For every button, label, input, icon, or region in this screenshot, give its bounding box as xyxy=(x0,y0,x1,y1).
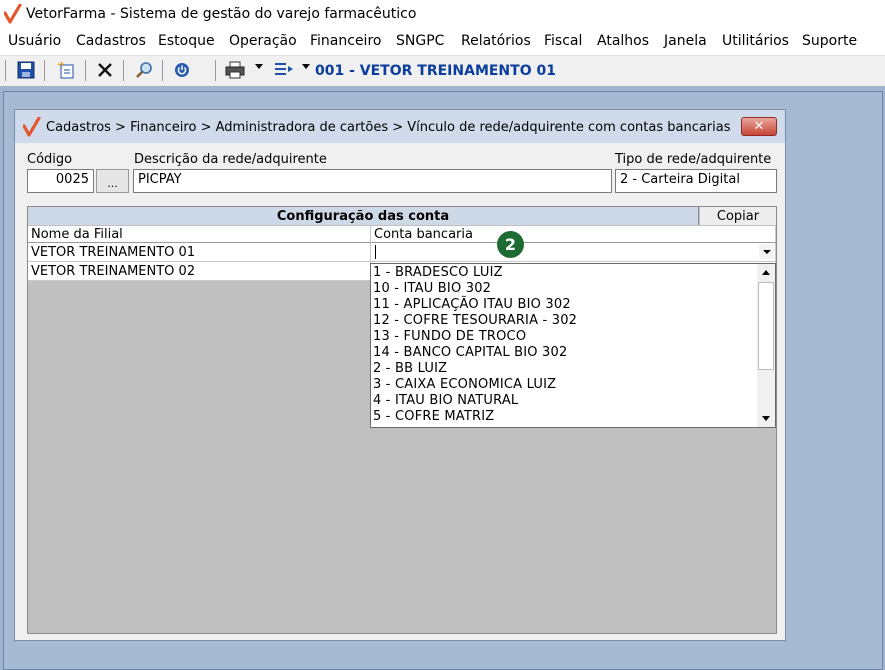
list-item[interactable]: 5 - COFRE MATRIZ xyxy=(373,409,494,425)
menubar: Usuário Cadastros Estoque Operação Finan… xyxy=(0,30,885,54)
search-icon[interactable] xyxy=(133,59,155,81)
menu-usuario[interactable]: Usuário xyxy=(8,33,61,49)
scroll-down-icon[interactable] xyxy=(757,410,775,427)
codigo-field[interactable]: 0025 xyxy=(27,169,94,193)
tipo-field[interactable]: 2 - Carteira Digital xyxy=(615,169,777,193)
list-icon[interactable] xyxy=(273,59,295,81)
list-item[interactable]: 14 - BANCO CAPITAL BIO 302 xyxy=(373,345,567,361)
copy-button[interactable]: Copiar xyxy=(700,207,776,225)
toolbar-separator xyxy=(5,60,6,81)
menu-relatorios[interactable]: Relatórios xyxy=(461,33,531,49)
menu-operacao[interactable]: Operação xyxy=(229,33,297,49)
menu-fiscal[interactable]: Fiscal xyxy=(544,33,582,49)
list-item[interactable]: 11 - APLICAÇÃO ITAU BIO 302 xyxy=(373,297,571,313)
codigo-lookup-button[interactable]: ... xyxy=(96,169,129,193)
conta-dropdown[interactable] xyxy=(371,243,776,262)
company-selector[interactable]: 001 - VETOR TREINAMENTO 01 xyxy=(315,63,556,79)
menu-janela[interactable]: Janela xyxy=(664,33,707,49)
app-titlebar: VetorFarma - Sistema de gestão do varejo… xyxy=(0,0,885,30)
menu-utilitarios[interactable]: Utilitários xyxy=(722,33,789,49)
step-badge: 2 xyxy=(497,231,524,258)
save-icon[interactable] xyxy=(15,59,37,81)
toolbar-separator xyxy=(215,60,216,81)
delete-icon[interactable] xyxy=(94,59,116,81)
scroll-up-icon[interactable] xyxy=(757,264,775,281)
grid-caption: Configuração das conta xyxy=(28,207,699,225)
scrollbar-thumb[interactable] xyxy=(758,282,774,370)
list-item[interactable]: 3 - CAIXA ECONOMICA LUIZ xyxy=(373,377,556,393)
toolbar-separator xyxy=(44,60,45,81)
descricao-field[interactable]: PICPAY xyxy=(133,169,612,193)
text-cursor xyxy=(375,245,376,259)
column-header-conta: Conta bancaria xyxy=(371,226,776,243)
menu-sngpc[interactable]: SNGPC xyxy=(396,33,444,49)
toolbar-separator xyxy=(123,60,124,81)
chevron-down-icon[interactable] xyxy=(759,244,774,259)
dropdown-scrollbar[interactable] xyxy=(757,264,775,427)
list-item[interactable]: 1 - BRADESCO LUIZ xyxy=(373,265,503,281)
menu-cadastros[interactable]: Cadastros xyxy=(76,33,146,49)
list-item[interactable]: 12 - COFRE TESOURARIA - 302 xyxy=(373,313,577,329)
menu-estoque[interactable]: Estoque xyxy=(158,33,215,49)
toolbar-separator xyxy=(162,60,163,81)
menu-financeiro[interactable]: Financeiro xyxy=(310,33,381,49)
app-title: VetorFarma - Sistema de gestão do varejo… xyxy=(26,6,417,22)
menu-suporte[interactable]: Suporte xyxy=(802,33,857,49)
vetor-logo-icon xyxy=(23,117,41,137)
table-row-filial[interactable]: VETOR TREINAMENTO 01 xyxy=(28,243,371,262)
conta-dropdown-list[interactable]: 1 - BRADESCO LUIZ 10 - ITAU BIO 302 11 -… xyxy=(370,263,776,428)
print-dropdown-caret[interactable] xyxy=(255,64,263,69)
vetor-logo-icon xyxy=(4,4,22,24)
close-button[interactable]: ✕ xyxy=(741,117,777,136)
list-item[interactable]: 10 - ITAU BIO 302 xyxy=(373,281,491,297)
power-icon[interactable] xyxy=(171,59,193,81)
dialog-title: Cadastros > Financeiro > Administradora … xyxy=(46,120,731,135)
company-dropdown-caret[interactable] xyxy=(302,64,310,69)
new-document-icon[interactable] xyxy=(56,59,78,81)
codigo-label: Código xyxy=(27,152,73,167)
print-icon[interactable] xyxy=(224,59,246,81)
column-header-filial: Nome da Filial xyxy=(28,226,371,243)
menu-atalhos[interactable]: Atalhos xyxy=(597,33,649,49)
table-row-filial[interactable]: VETOR TREINAMENTO 02 xyxy=(28,262,371,281)
list-item[interactable]: 4 - ITAU BIO NATURAL xyxy=(373,393,518,409)
list-item[interactable]: 2 - BB LUIZ xyxy=(373,361,447,377)
list-item[interactable]: 13 - FUNDO DE TROCO xyxy=(373,329,526,345)
toolbar-separator xyxy=(85,60,86,81)
tipo-label: Tipo de rede/adquirente xyxy=(615,152,772,167)
descricao-label: Descrição da rede/adquirente xyxy=(134,152,327,167)
dialog-titlebar: Cadastros > Financeiro > Administradora … xyxy=(15,110,785,143)
toolbar: 001 - VETOR TREINAMENTO 01 xyxy=(0,55,885,87)
